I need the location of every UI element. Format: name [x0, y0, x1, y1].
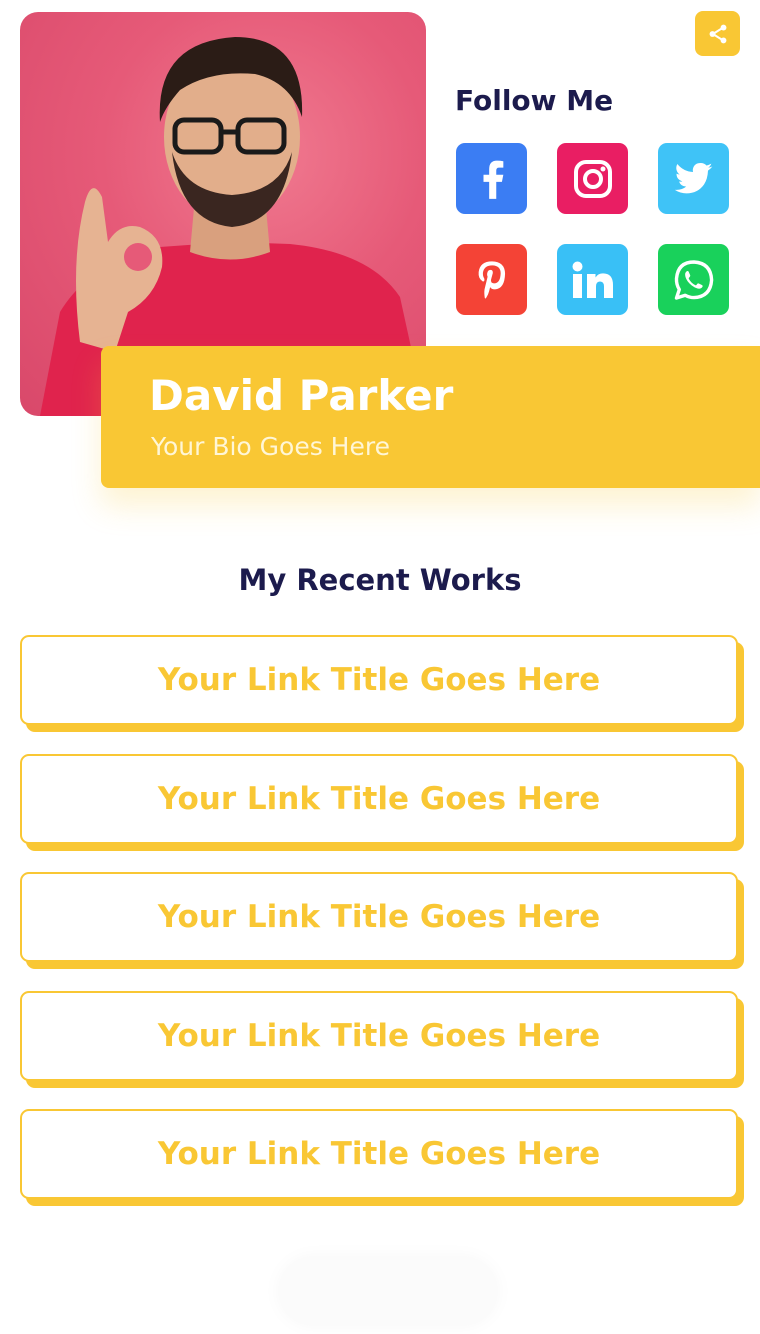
linkedin-button[interactable]: [557, 244, 628, 315]
link-title: Your Link Title Goes Here: [157, 662, 601, 698]
follow-title: Follow Me: [455, 84, 614, 117]
twitter-icon: [674, 162, 712, 193]
twitter-button[interactable]: [658, 143, 729, 214]
link-button[interactable]: Your Link Title Goes Here: [20, 1109, 738, 1199]
link-title: Your Link Title Goes Here: [157, 1018, 601, 1054]
instagram-icon: [573, 159, 612, 198]
link-button[interactable]: Your Link Title Goes Here: [20, 754, 738, 844]
whatsapp-icon: [674, 259, 713, 300]
profile-name: David Parker: [149, 371, 454, 420]
whatsapp-button[interactable]: [658, 244, 729, 315]
profile-bio: Your Bio Goes Here: [151, 432, 390, 461]
link-button[interactable]: Your Link Title Goes Here: [20, 991, 738, 1081]
share-icon: [709, 24, 726, 43]
pinterest-icon: [478, 260, 505, 299]
linkedin-icon: [572, 261, 613, 298]
link-button[interactable]: Your Link Title Goes Here: [20, 872, 738, 962]
share-button[interactable]: [695, 11, 740, 56]
bottom-faded-element: [278, 1256, 498, 1326]
link-button[interactable]: Your Link Title Goes Here: [20, 635, 738, 725]
link-title: Your Link Title Goes Here: [157, 1136, 601, 1172]
facebook-icon: [483, 160, 503, 199]
section-title: My Recent Works: [238, 563, 522, 597]
link-title: Your Link Title Goes Here: [157, 781, 601, 817]
pinterest-button[interactable]: [456, 244, 527, 315]
profile-card: David Parker Your Bio Goes Here: [101, 346, 760, 488]
instagram-button[interactable]: [557, 143, 628, 214]
link-title: Your Link Title Goes Here: [157, 899, 601, 935]
facebook-button[interactable]: [456, 143, 527, 214]
